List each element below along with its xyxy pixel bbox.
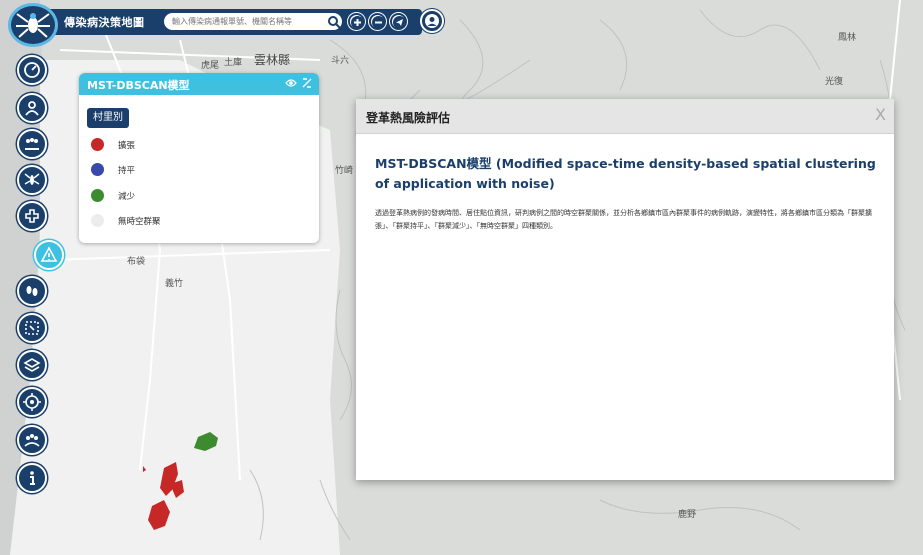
map-label: 鹿野 — [678, 510, 697, 520]
locate-icon — [393, 16, 406, 29]
legend-item-label: 減少 — [118, 192, 136, 202]
info-icon — [30, 471, 35, 485]
map-label: 布袋 — [127, 257, 146, 267]
legend-swatch — [91, 138, 104, 151]
map-label: 土庫 — [224, 58, 243, 68]
user-button[interactable] — [420, 9, 444, 33]
search-input[interactable] — [164, 13, 342, 30]
zoom-out-icon — [372, 16, 385, 29]
legend-item-label: 持平 — [118, 166, 136, 176]
layers-icon — [23, 358, 41, 372]
person-button[interactable] — [17, 93, 47, 123]
village-unit-button[interactable]: 村里別 — [87, 108, 129, 128]
mosquito-icon — [24, 173, 40, 185]
legend-item-label: 無時空群聚 — [118, 217, 161, 227]
search-icon[interactable] — [327, 14, 341, 29]
legend-title: MST-DBSCAN模型 — [87, 79, 190, 92]
group-button[interactable] — [17, 129, 47, 159]
map-label: 雲林縣 — [254, 53, 291, 67]
area-analysis-button[interactable] — [17, 313, 47, 343]
legend-swatch — [91, 163, 104, 176]
zoom-in-button[interactable] — [348, 13, 365, 30]
person-icon — [25, 101, 39, 116]
medical-button[interactable] — [17, 201, 47, 231]
mosquito-button[interactable] — [17, 165, 47, 195]
locate-button[interactable] — [390, 13, 407, 30]
hide-panel-icon[interactable] — [301, 77, 313, 92]
community-button[interactable] — [17, 425, 47, 455]
community-icon — [24, 434, 40, 447]
medical-cross-icon — [25, 209, 39, 223]
map-label: 鳳林 — [838, 33, 857, 43]
close-icon[interactable]: X — [875, 105, 886, 124]
target-button[interactable] — [17, 387, 47, 417]
map-label: 竹崎 — [335, 166, 354, 176]
map-label: 虎尾 — [201, 61, 220, 71]
map-label: 斗六 — [331, 56, 350, 66]
app-logo[interactable] — [8, 3, 58, 47]
dashboard-icon — [24, 62, 40, 78]
dialog-heading: MST-DBSCAN模型 (Modified space-time densit… — [375, 156, 876, 191]
app-title: 傳染病決策地圖 — [64, 16, 145, 29]
footprints-icon — [26, 286, 38, 296]
mosquito-logo-icon — [16, 13, 50, 38]
dashboard-button[interactable] — [17, 55, 47, 85]
dialog-body: 透過登革熱病例的發病時間、居住點位資訊，研判病例之間的時空群聚關係，並分析各鄉鎮… — [375, 209, 872, 230]
group-icon — [25, 138, 39, 150]
zoom-in-icon — [351, 16, 364, 29]
dengue-risk-icon — [40, 246, 58, 262]
legend-panel: MST-DBSCAN模型 村里別 擴張 持平 減少 無時空群聚 — [79, 73, 319, 243]
layers-button[interactable] — [17, 350, 47, 380]
dialog-title: 登革熱風險評估 — [366, 111, 451, 125]
risk-assessment-dialog: 登革熱風險評估 X MST-DBSCAN模型 (Modified space-t… — [356, 99, 894, 480]
area-analysis-icon — [25, 321, 39, 335]
legend-swatch — [91, 214, 104, 227]
target-icon — [23, 393, 41, 411]
dengue-risk-button[interactable] — [34, 240, 64, 270]
legend-swatch — [91, 189, 104, 202]
legend-header: MST-DBSCAN模型 — [79, 73, 319, 95]
info-button[interactable] — [17, 463, 47, 493]
legend-item-label: 擴張 — [118, 141, 136, 151]
zoom-out-button[interactable] — [369, 13, 386, 30]
dialog-header: 登革熱風險評估 X — [356, 99, 894, 134]
footprints-button[interactable] — [17, 276, 47, 306]
map-label: 光復 — [825, 77, 844, 87]
eye-icon[interactable] — [285, 77, 297, 92]
user-icon — [425, 14, 439, 28]
map-label: 義竹 — [165, 279, 184, 289]
